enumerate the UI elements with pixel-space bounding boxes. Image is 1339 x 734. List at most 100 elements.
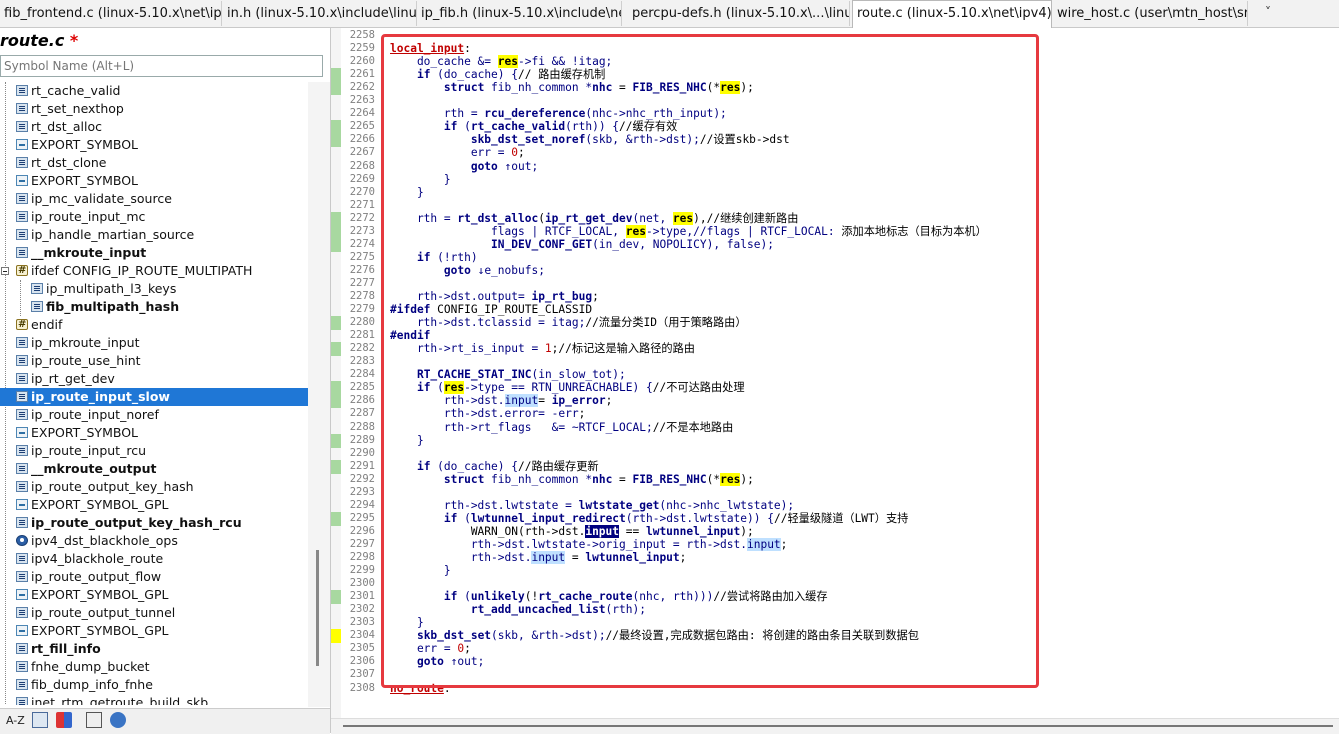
symbol-label: EXPORT_SYMBOL	[31, 136, 138, 154]
code-line[interactable]: rth = rcu_dereference(nhc->nhc_rth_input…	[390, 107, 727, 120]
code-line[interactable]: struct fib_nh_common *nhc = FIB_RES_NHC(…	[390, 473, 754, 486]
symbol-item[interactable]: ip_route_input_noref	[0, 406, 308, 424]
code-line[interactable]: }	[390, 434, 424, 447]
symbol-item[interactable]: ip_handle_martian_source	[0, 226, 308, 244]
tab-overflow-dropdown[interactable]: ˅	[1265, 5, 1271, 19]
symbol-item[interactable]: EXPORT_SYMBOL_GPL	[0, 622, 308, 640]
code-area[interactable]: local_input: do_cache &= res->fi && !ita…	[390, 28, 1335, 718]
symbol-item[interactable]: EXPORT_SYMBOL	[0, 424, 308, 442]
code-line[interactable]: }	[390, 616, 424, 629]
code-line[interactable]: goto ↑out;	[390, 160, 538, 173]
symbol-item[interactable]: fib_multipath_hash	[0, 298, 308, 316]
sidebar-scrollbar[interactable]	[308, 82, 330, 707]
symbol-item[interactable]: EXPORT_SYMBOL_GPL	[0, 496, 308, 514]
change-marker	[331, 238, 341, 252]
symbol-item[interactable]: fnhe_dump_bucket	[0, 658, 308, 676]
code-line[interactable]: }	[390, 564, 451, 577]
symbol-item[interactable]: ipv4_blackhole_route	[0, 550, 308, 568]
code-line[interactable]: rth->dst.error= -err;	[390, 407, 585, 420]
symbol-item[interactable]: EXPORT_SYMBOL	[0, 136, 308, 154]
symbol-item[interactable]: rt_cache_valid	[0, 82, 308, 100]
symbol-item[interactable]: ip_route_output_tunnel	[0, 604, 308, 622]
symbol-item[interactable]: ip_route_input_rcu	[0, 442, 308, 460]
code-line[interactable]: skb_dst_set(skb, &rth->dst);//最终设置,完成数据包…	[390, 629, 919, 642]
symbol-item[interactable]: ip_mc_validate_source	[0, 190, 308, 208]
code-line[interactable]: no_route:	[390, 682, 451, 695]
code-line[interactable]: goto ↓e_nobufs;	[390, 264, 545, 277]
symbol-item[interactable]: ipv4_dst_blackhole_ops	[0, 532, 308, 550]
code-line[interactable]: flags | RTCF_LOCAL, res->type,//flags | …	[390, 225, 987, 238]
symbol-item[interactable]: __mkroute_input	[0, 244, 308, 262]
code-line[interactable]: rth->dst.input= ip_error;	[390, 394, 612, 407]
tab-3[interactable]: percpu-defs.h (linux-5.10.x\...\linux)	[628, 1, 850, 26]
tree-collapse-icon[interactable]	[1, 267, 9, 275]
symbol-item[interactable]: ip_multipath_l3_keys	[0, 280, 308, 298]
code-line[interactable]: if (rt_cache_valid(rth)) {//缓存有效	[390, 120, 677, 133]
symbol-item[interactable]: ip_rt_get_dev	[0, 370, 308, 388]
code-line[interactable]: if (do_cache) {// 路由缓存机制	[390, 68, 605, 81]
code-line[interactable]: struct fib_nh_common *nhc = FIB_RES_NHC(…	[390, 81, 754, 94]
symbol-item[interactable]: EXPORT_SYMBOL_GPL	[0, 586, 308, 604]
list-view-icon[interactable]	[32, 712, 48, 728]
symbol-item[interactable]: __mkroute_output	[0, 460, 308, 478]
tab-1[interactable]: in.h (linux-5.10.x\include\linux)	[223, 1, 417, 26]
symbol-item[interactable]: EXPORT_SYMBOL	[0, 172, 308, 190]
code-line[interactable]: goto ↑out;	[390, 655, 484, 668]
symbol-item[interactable]: rt_set_nexthop	[0, 100, 308, 118]
symbol-type-filter-icon[interactable]	[56, 712, 72, 728]
code-line[interactable]: rth->dst.lwtstate->orig_input = rth->dst…	[390, 538, 787, 551]
sidebar-scroll-thumb[interactable]	[316, 550, 319, 666]
code-line[interactable]: IN_DEV_CONF_GET(in_dev, NOPOLICY), false…	[390, 238, 774, 251]
symbol-item[interactable]: ip_route_use_hint	[0, 352, 308, 370]
code-line[interactable]: local_input:	[390, 42, 471, 55]
gear-icon[interactable]	[110, 712, 126, 728]
code-line[interactable]: if (unlikely(!rt_cache_route(nhc, rth)))…	[390, 590, 828, 603]
code-line[interactable]: }	[390, 173, 451, 186]
symbol-item[interactable]: ip_route_output_key_hash	[0, 478, 308, 496]
code-line[interactable]: RT_CACHE_STAT_INC(in_slow_tot);	[390, 368, 626, 381]
symbol-item[interactable]: ip_route_output_key_hash_rcu	[0, 514, 308, 532]
code-line[interactable]: if (lwtunnel_input_redirect(rth->dst.lwt…	[390, 512, 908, 525]
line-number: 2274	[341, 238, 375, 251]
book-icon[interactable]	[86, 712, 102, 728]
code-line[interactable]: rth->rt_is_input = 1;//标记这是输入路径的路由	[390, 342, 695, 355]
symbol-item[interactable]: rt_fill_info	[0, 640, 308, 658]
symbol-item[interactable]: ip_route_output_flow	[0, 568, 308, 586]
symbol-item[interactable]: ip_route_input_slow	[0, 388, 308, 406]
code-line[interactable]: if (!rth)	[390, 251, 478, 264]
tab-0[interactable]: fib_frontend.c (linux-5.10.x\net\ipv4)	[0, 1, 222, 26]
symbol-item[interactable]: rt_dst_clone	[0, 154, 308, 172]
code-line[interactable]: skb_dst_set_noref(skb, &rth->dst);//设置sk…	[390, 133, 790, 146]
code-line[interactable]: rth->dst.lwtstate = lwtstate_get(nhc->nh…	[390, 499, 794, 512]
code-line[interactable]: #endif	[390, 329, 430, 342]
symbol-item[interactable]: fib_dump_info_fnhe	[0, 676, 308, 694]
code-line[interactable]: }	[390, 186, 424, 199]
symbol-item[interactable]: rt_dst_alloc	[0, 118, 308, 136]
code-line[interactable]: #ifdef CONFIG_IP_ROUTE_CLASSID	[390, 303, 592, 316]
code-line[interactable]: rth = rt_dst_alloc(ip_rt_get_dev(net, re…	[390, 212, 798, 225]
symbol-item[interactable]: ip_route_input_mc	[0, 208, 308, 226]
symbol-item[interactable]: ip_mkroute_input	[0, 334, 308, 352]
editor-scroll-thumb[interactable]	[343, 725, 1333, 727]
code-line[interactable]: rth->rt_flags &= ~RTCF_LOCAL;//不是本地路由	[390, 421, 733, 434]
tab-4[interactable]: route.c (linux-5.10.x\net\ipv4) *✕	[852, 0, 1052, 28]
symbol-search-input[interactable]	[0, 55, 323, 77]
symbol-item[interactable]: endif	[0, 316, 308, 334]
code-editor[interactable]: 2258225922602261226222632264226522662267…	[331, 28, 1339, 718]
code-line[interactable]: do_cache &= res->fi && !itag;	[390, 55, 612, 68]
editor-horizontal-scrollbar[interactable]	[331, 718, 1339, 734]
code-line[interactable]: rth->dst.tclassid = itag;//流量分类ID（用于策略路由…	[390, 316, 747, 329]
code-line[interactable]: rt_add_uncached_list(rth);	[390, 603, 646, 616]
code-line[interactable]: err = 0;	[390, 642, 471, 655]
code-line[interactable]: err = 0;	[390, 146, 525, 159]
code-line[interactable]: rth->dst.input = lwtunnel_input;	[390, 551, 686, 564]
tab-5[interactable]: wire_host.c (user\mtn_host\src)	[1053, 1, 1248, 26]
tab-2[interactable]: ip_fib.h (linux-5.10.x\include\net)	[417, 1, 622, 26]
code-line[interactable]: rth->dst.output= ip_rt_bug;	[390, 290, 599, 303]
symbol-item[interactable]: inet_rtm_getroute_build_skb	[0, 694, 308, 705]
symbol-item[interactable]: ifdef CONFIG_IP_ROUTE_MULTIPATH	[0, 262, 308, 280]
sort-az-button[interactable]: A-Z	[6, 712, 25, 730]
code-line[interactable]: if (do_cache) {//路由缓存更新	[390, 460, 599, 473]
code-line[interactable]: WARN_ON(rth->dst.input == lwtunnel_input…	[390, 525, 754, 538]
code-line[interactable]: if (res->type == RTN_UNREACHABLE) {//不可达…	[390, 381, 745, 394]
